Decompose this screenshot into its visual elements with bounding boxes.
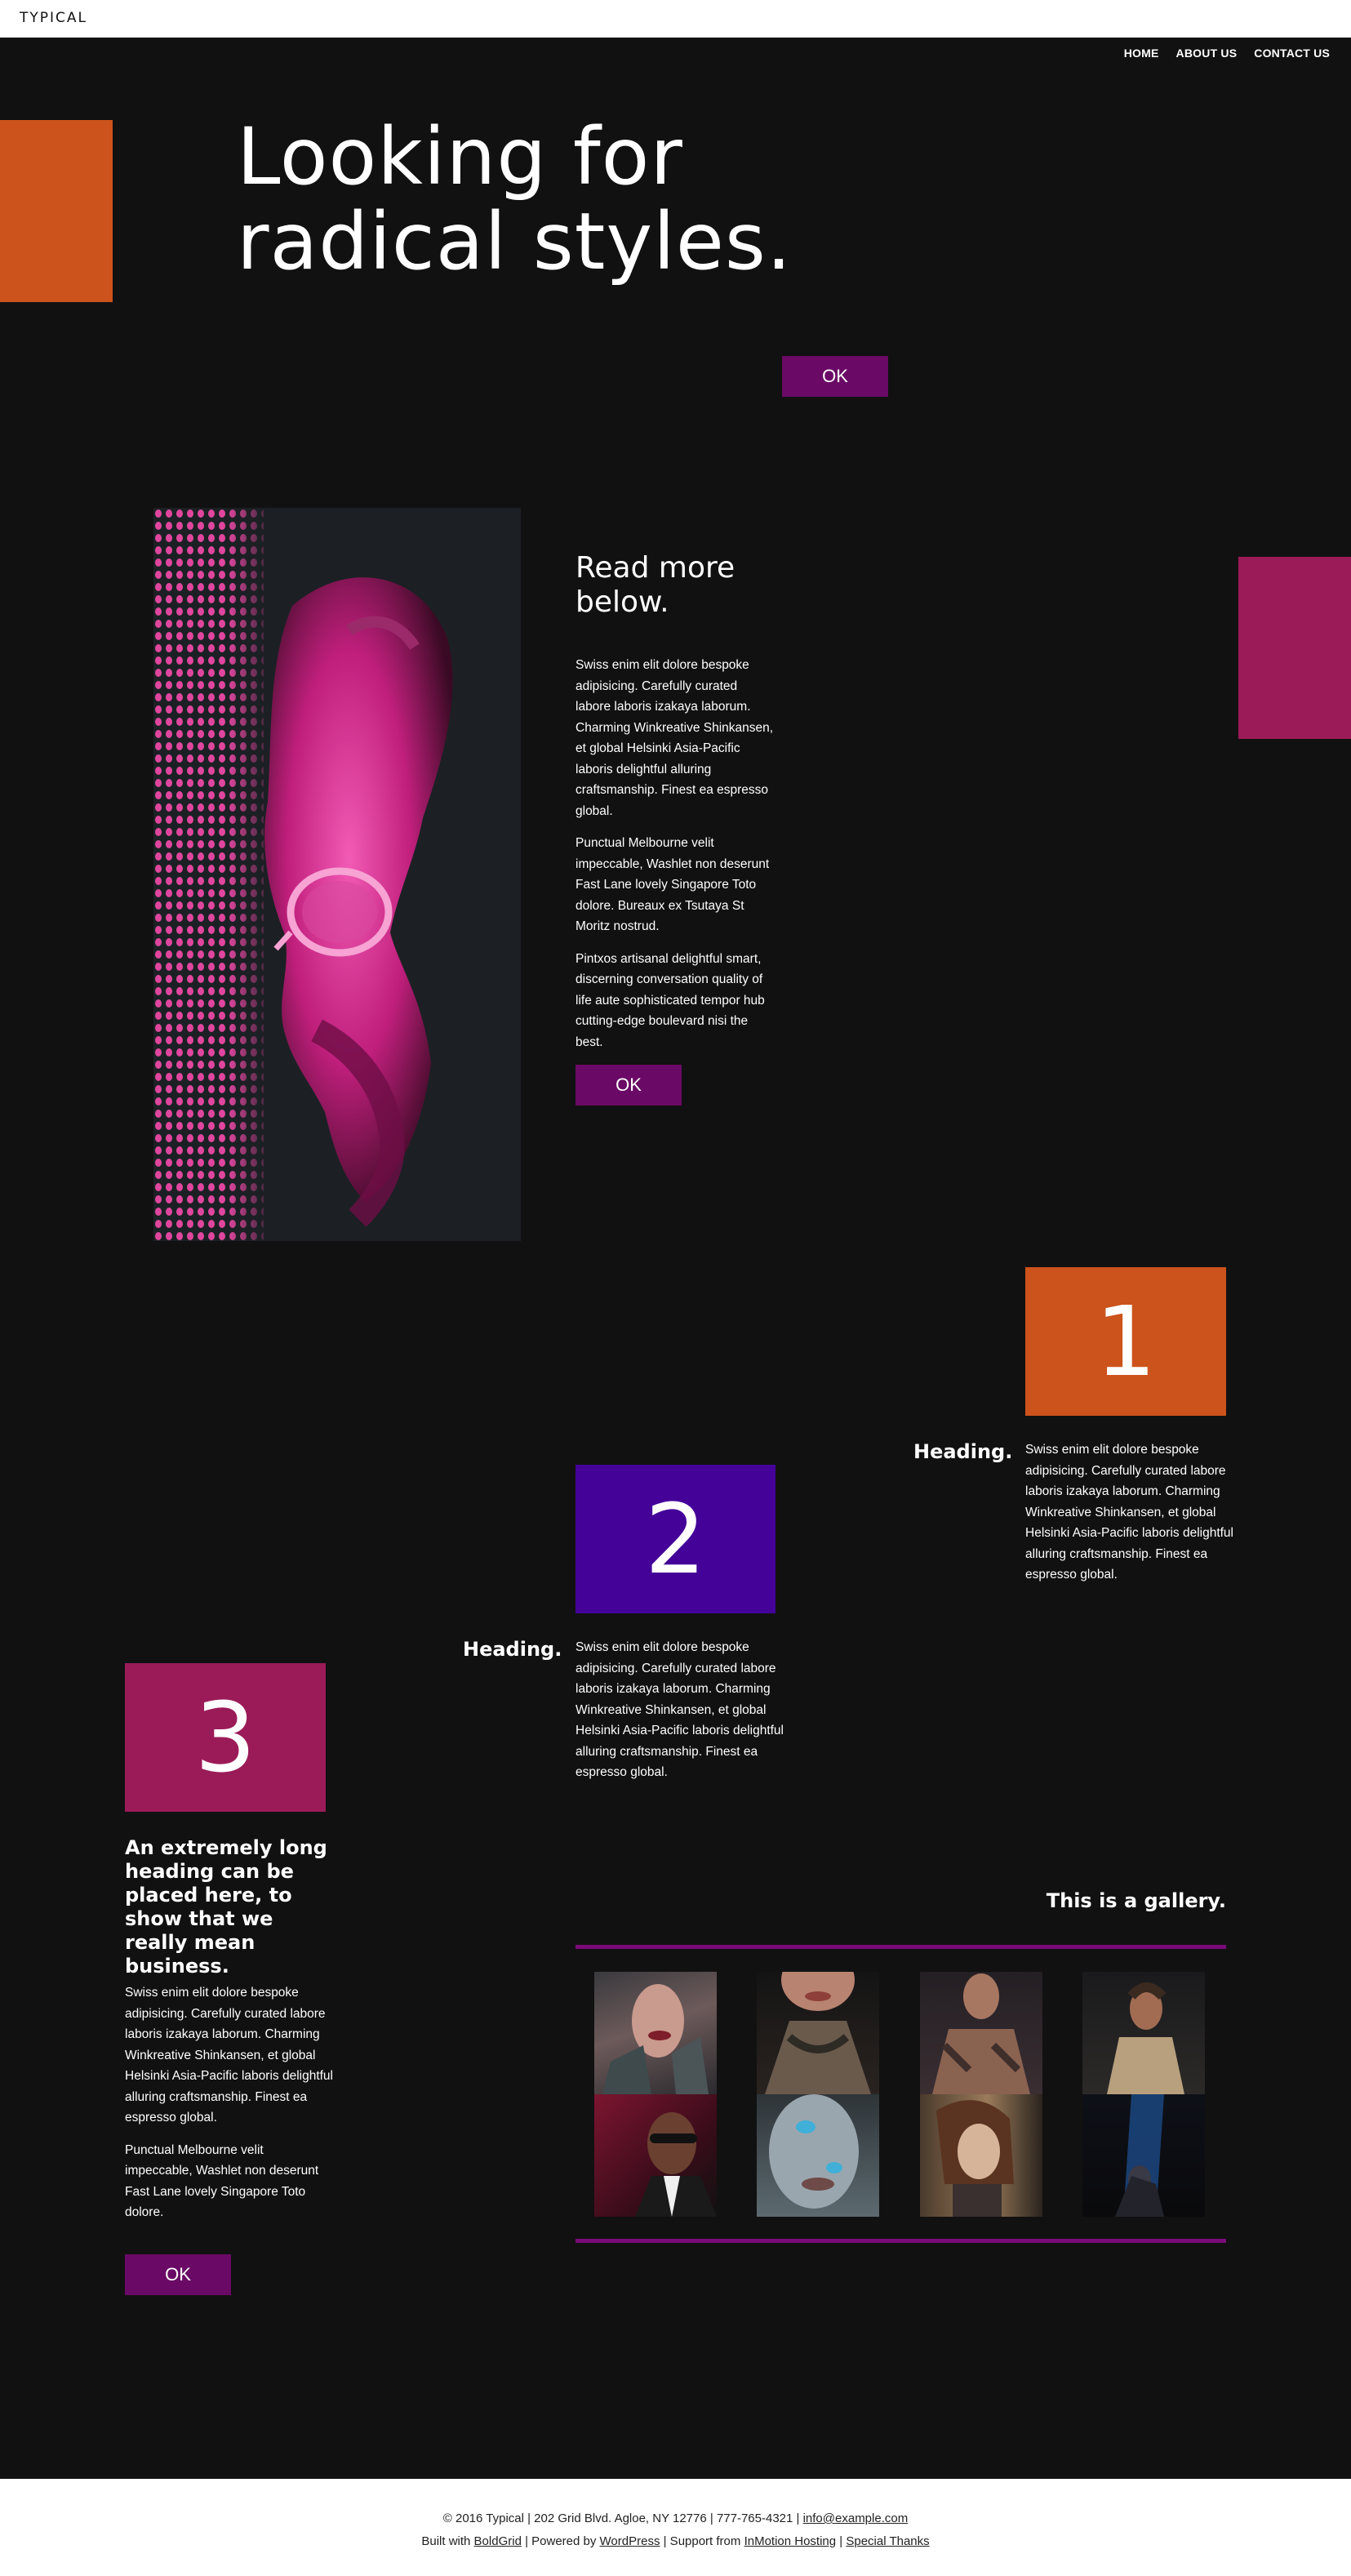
gallery-image-8[interactable] — [1082, 2094, 1205, 2217]
footer-built-with-text: Built with — [421, 2534, 474, 2548]
site-footer: © 2016 Typical | 202 Grid Blvd. Agloe, N… — [0, 2479, 1351, 2576]
step-1-text: Swiss enim elit dolore bespoke adipisici… — [1025, 1439, 1233, 1597]
footer-boldgrid-link[interactable]: BoldGrid — [474, 2534, 522, 2548]
portrait-image — [153, 508, 521, 1241]
site-header — [0, 0, 1351, 38]
nav-about-us[interactable]: ABOUT US — [1176, 47, 1238, 60]
step-3-paragraph-2: Punctual Melbourne velit impeccable, Was… — [125, 2142, 319, 2220]
step-1-paragraph: Swiss enim elit dolore bespoke adipisici… — [1025, 1443, 1234, 1582]
about-ok-button[interactable]: OK — [576, 1065, 682, 1106]
hero-title-line-2: radical styles. — [237, 196, 793, 287]
step-3-number: 3 — [125, 1663, 326, 1812]
footer-inmotion-link[interactable]: InMotion Hosting — [744, 2534, 837, 2548]
footer-contact-line: © 2016 Typical | 202 Grid Blvd. Agloe, N… — [0, 2511, 1351, 2525]
gallery-image-3[interactable] — [920, 1972, 1042, 2094]
step-3-ok-button[interactable]: OK — [125, 2254, 231, 2295]
about-paragraph-1: Swiss enim elit dolore bespoke adipisici… — [576, 658, 774, 818]
gallery-image-5[interactable] — [594, 2094, 717, 2217]
read-more-heading-line-1: Read more — [576, 551, 735, 585]
nav-home[interactable]: HOME — [1124, 47, 1159, 60]
step-2-paragraph: Swiss enim elit dolore bespoke adipisici… — [576, 1640, 784, 1779]
step-2-number: 2 — [576, 1465, 775, 1613]
hero-title-line-1: Looking for — [237, 111, 683, 202]
main-nav: HOME ABOUT US CONTACT US — [1124, 47, 1330, 60]
gallery-image-7[interactable] — [920, 2094, 1042, 2217]
decorative-orange-block — [0, 120, 113, 302]
nav-contact-us[interactable]: CONTACT US — [1254, 47, 1330, 60]
portrait-illustration — [153, 508, 453, 1241]
footer-special-thanks-link[interactable]: Special Thanks — [846, 2534, 929, 2548]
step-2-text: Swiss enim elit dolore bespoke adipisici… — [576, 1637, 784, 1795]
about-paragraph-2: Punctual Melbourne velit impeccable, Was… — [576, 836, 770, 933]
footer-separator: | — [836, 2534, 847, 2548]
site-logo[interactable]: TYPICAL — [20, 10, 87, 26]
footer-credits-line: Built with BoldGrid | Powered by WordPre… — [0, 2534, 1351, 2548]
gallery-bottom-rule — [576, 2239, 1226, 2243]
step-3-text: Swiss enim elit dolore bespoke adipisici… — [125, 1982, 333, 2235]
decorative-pink-block — [1238, 557, 1351, 739]
step-3-heading: An extremely long heading can be placed … — [125, 1836, 327, 1978]
footer-email-link[interactable]: info@example.com — [803, 2511, 909, 2525]
read-more-heading: Read more below. — [576, 551, 735, 620]
about-text: Swiss enim elit dolore bespoke adipisici… — [576, 655, 775, 1064]
gallery-title: This is a gallery. — [1046, 1889, 1226, 1912]
step-1-heading: Heading. — [913, 1440, 1013, 1463]
footer-wordpress-link[interactable]: WordPress — [600, 2534, 660, 2548]
gallery-image-6[interactable] — [757, 2094, 879, 2217]
step-1-number: 1 — [1025, 1267, 1226, 1416]
gallery-top-rule — [576, 1945, 1226, 1949]
about-paragraph-3: Pintxos artisanal delightful smart, disc… — [576, 951, 765, 1049]
gallery-image-2[interactable] — [757, 1972, 879, 2094]
hero-ok-button[interactable]: OK — [782, 356, 888, 397]
gallery-image-4[interactable] — [1082, 1972, 1205, 2094]
hero-title: Looking for radical styles. — [237, 114, 792, 284]
footer-support-text: | Support from — [660, 2534, 744, 2548]
gallery-image-1[interactable] — [594, 1972, 717, 2094]
step-2-heading: Heading. — [463, 1638, 562, 1661]
footer-powered-by-text: | Powered by — [521, 2534, 600, 2548]
read-more-heading-line-2: below. — [576, 585, 669, 619]
footer-address: © 2016 Typical | 202 Grid Blvd. Agloe, N… — [442, 2511, 803, 2525]
step-3-paragraph-1: Swiss enim elit dolore bespoke adipisici… — [125, 1986, 334, 2124]
